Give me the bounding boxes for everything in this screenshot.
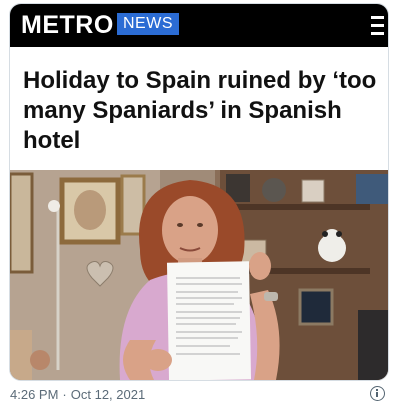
article-headline[interactable]: Holiday to Spain ruined by ‘too many Spa… xyxy=(23,66,383,156)
article-photo-illustration xyxy=(10,170,388,380)
section-badge: NEWS xyxy=(117,13,179,35)
article-photo[interactable] xyxy=(10,170,388,380)
tweet-time: 4:26 PM xyxy=(10,387,59,402)
info-icon[interactable] xyxy=(370,386,385,401)
link-preview-card[interactable]: METRO NEWS Holiday to Spain ruined by ‘t… xyxy=(9,3,389,381)
meta-separator: · xyxy=(62,387,67,402)
tweet-date: Oct 12, 2021 xyxy=(70,387,146,402)
hamburger-menu-icon[interactable] xyxy=(371,15,384,37)
site-masthead: METRO NEWS xyxy=(10,4,388,47)
tweet-timestamp[interactable]: 4:26 PM · Oct 12, 2021 xyxy=(10,386,145,404)
metro-logo: METRO xyxy=(21,11,114,39)
